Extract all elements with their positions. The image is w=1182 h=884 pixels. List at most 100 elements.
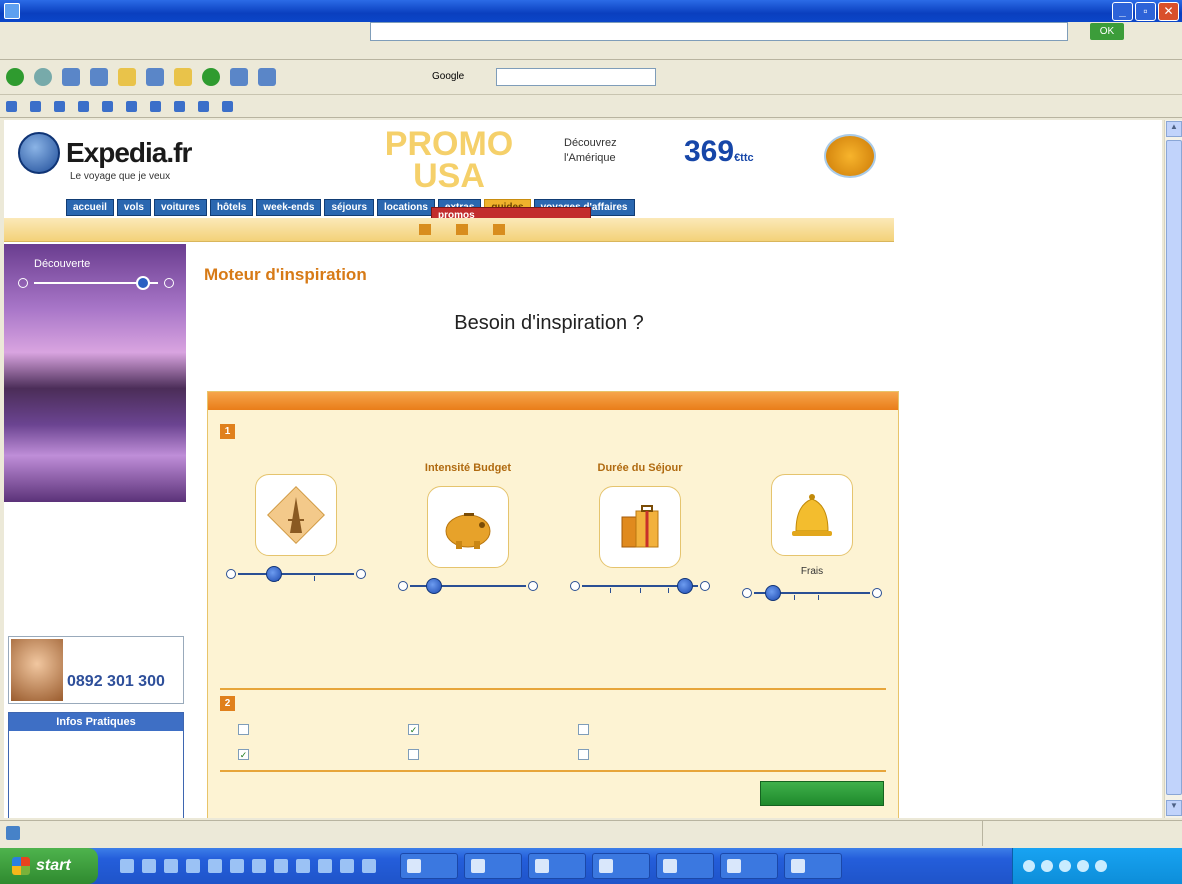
taskbar-item[interactable] [528, 853, 586, 879]
mail-icon[interactable] [230, 68, 248, 86]
slider-knob[interactable] [764, 585, 781, 601]
decouverte-slider[interactable] [18, 276, 174, 290]
slider-plus-icon[interactable] [700, 581, 710, 591]
checkbox-option[interactable] [238, 724, 408, 735]
inspire-submit-button[interactable] [760, 781, 884, 806]
slider-knob[interactable] [265, 566, 282, 582]
checkbox-option[interactable]: ✓ [238, 749, 408, 760]
sub-link[interactable] [419, 224, 434, 236]
quick-launch-icon[interactable] [120, 859, 134, 873]
slider-minus-icon[interactable] [398, 581, 408, 591]
stop-icon[interactable] [62, 68, 80, 86]
history-icon[interactable] [202, 68, 220, 86]
nav-tab-accueil[interactable]: accueil [66, 199, 114, 216]
checkbox[interactable]: ✓ [408, 724, 419, 735]
criterion-slider[interactable] [226, 566, 366, 582]
slider-minus-icon[interactable] [570, 581, 580, 591]
tray-icon[interactable] [1077, 860, 1089, 872]
search-icon[interactable] [146, 68, 164, 86]
print-icon[interactable] [258, 68, 276, 86]
link-item[interactable] [174, 101, 188, 112]
back-icon[interactable] [6, 68, 24, 86]
taskbar-item[interactable] [464, 853, 522, 879]
slider-plus-icon[interactable] [872, 588, 882, 598]
link-item[interactable] [102, 101, 116, 112]
link-item[interactable] [78, 101, 92, 112]
checkbox[interactable] [408, 749, 419, 760]
forward-icon[interactable] [34, 68, 52, 86]
taskbar-item[interactable] [720, 853, 778, 879]
quick-launch-icon[interactable] [274, 859, 288, 873]
criterion-slider[interactable] [570, 578, 710, 594]
checkbox[interactable] [578, 749, 589, 760]
vertical-scrollbar[interactable]: ▲ ▼ [1164, 120, 1182, 818]
checkbox-option[interactable]: ✓ [408, 724, 578, 735]
link-item[interactable] [6, 101, 20, 112]
slider-knob[interactable] [426, 578, 443, 594]
quick-launch-icon[interactable] [230, 859, 244, 873]
home-icon[interactable] [118, 68, 136, 86]
go-button[interactable]: OK [1090, 23, 1124, 40]
nav-tab-voitures[interactable]: voitures [153, 199, 207, 216]
promo-price[interactable]: 369€ttc [684, 135, 754, 169]
link-item[interactable] [198, 101, 212, 112]
quick-launch-icon[interactable] [296, 859, 310, 873]
slider-minus-icon[interactable] [742, 588, 752, 598]
minimize-button[interactable]: _ [1112, 1, 1133, 21]
tray-icon[interactable] [1041, 860, 1053, 872]
tray-icon[interactable] [1095, 860, 1107, 872]
quick-launch-icon[interactable] [362, 859, 376, 873]
maximize-button[interactable]: ▫ [1135, 1, 1156, 21]
sub-link[interactable] [493, 224, 508, 236]
scroll-down-icon[interactable]: ▼ [1166, 800, 1182, 816]
link-item[interactable] [150, 101, 164, 112]
checkbox-option[interactable] [408, 749, 578, 760]
checkbox[interactable] [238, 724, 249, 735]
taskbar-item[interactable] [656, 853, 714, 879]
tray-icon[interactable] [1059, 860, 1071, 872]
scroll-up-icon[interactable]: ▲ [1166, 121, 1182, 137]
nav-tab-hotels[interactable]: hôtels [209, 199, 254, 216]
nav-tab-locations[interactable]: locations [377, 199, 435, 216]
scroll-thumb[interactable] [1166, 140, 1182, 795]
taskbar-item[interactable] [400, 853, 458, 879]
slider-plus-icon[interactable] [356, 569, 366, 579]
quick-launch-icon[interactable] [142, 859, 156, 873]
phone-contact-box[interactable]: 0892 301 300 [8, 636, 184, 704]
quick-launch-icon[interactable] [186, 859, 200, 873]
quick-launch-icon[interactable] [164, 859, 178, 873]
link-item[interactable] [126, 101, 140, 112]
slider-plus-icon[interactable] [528, 581, 538, 591]
slider-minus-icon[interactable] [226, 569, 236, 579]
criterion-slider[interactable] [742, 585, 882, 601]
nav-tab-vols[interactable]: vols [116, 199, 151, 216]
promo-banner-title[interactable]: PROMO USA [369, 127, 529, 193]
link-item[interactable] [30, 101, 44, 112]
sub-link[interactable] [456, 224, 471, 236]
expedia-logo[interactable]: Expedia.fr [18, 132, 192, 174]
criterion-slider[interactable] [398, 578, 538, 594]
address-input[interactable] [370, 22, 1068, 41]
checkbox[interactable] [578, 724, 589, 735]
decouverte-banner[interactable]: Découverte [4, 244, 186, 502]
slider-knob[interactable] [136, 276, 150, 290]
quick-launch-icon[interactable] [252, 859, 266, 873]
start-button[interactable]: start [0, 848, 98, 884]
link-item[interactable] [54, 101, 68, 112]
refresh-icon[interactable] [90, 68, 108, 86]
google-search-input[interactable] [496, 68, 656, 86]
quick-launch-icon[interactable] [208, 859, 222, 873]
checkbox[interactable]: ✓ [238, 749, 249, 760]
slider-knob[interactable] [676, 578, 693, 594]
nav-tab-week-ends[interactable]: week-ends [256, 199, 322, 216]
taskbar-item[interactable] [784, 853, 842, 879]
close-button[interactable]: ✕ [1158, 1, 1179, 21]
tray-icon[interactable] [1023, 860, 1035, 872]
nav-tab-sejours[interactable]: séjours [324, 199, 375, 216]
favorites-icon[interactable] [174, 68, 192, 86]
link-item[interactable] [222, 101, 236, 112]
quick-launch-icon[interactable] [318, 859, 332, 873]
taskbar-item[interactable] [592, 853, 650, 879]
checkbox-option[interactable] [578, 724, 748, 735]
quick-launch-icon[interactable] [340, 859, 354, 873]
